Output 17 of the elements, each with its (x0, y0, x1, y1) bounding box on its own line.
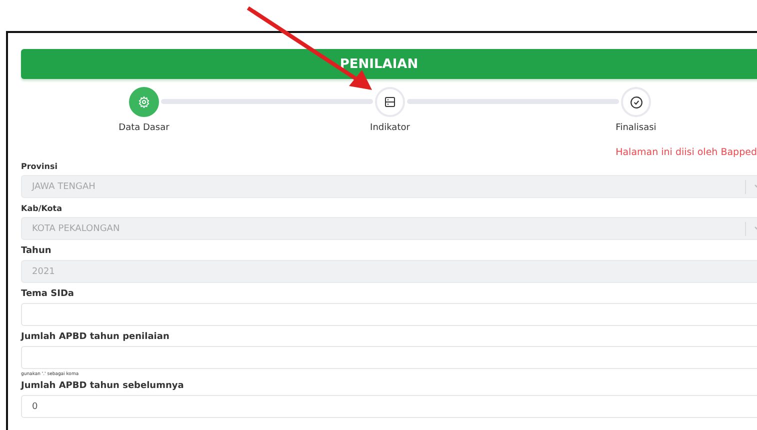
field-label: Kab/Kota (21, 204, 64, 213)
field-label: Jumlah APBD tahun sebelumnya (21, 381, 185, 391)
field-label: Jumlah APBD tahun penilaian (21, 332, 170, 342)
field-label: Tema SIDa (21, 289, 76, 299)
input-field[interactable]: 0 (21, 395, 757, 418)
page-header: PENILAIAN (21, 49, 757, 79)
input-field[interactable] (21, 346, 757, 369)
step-label: Indikator (370, 123, 410, 133)
field-label: Provinsi (21, 162, 58, 171)
server-icon (384, 96, 396, 108)
field-label: Tahun (21, 246, 52, 256)
input-field[interactable] (21, 303, 757, 326)
check-circle-icon (630, 96, 642, 108)
gear-icon (138, 96, 150, 108)
notice-text: Halaman ini diisi oleh Bapped (616, 147, 757, 158)
step-label: Finalisasi (616, 123, 656, 133)
step-label: Data Dasar (118, 123, 170, 133)
